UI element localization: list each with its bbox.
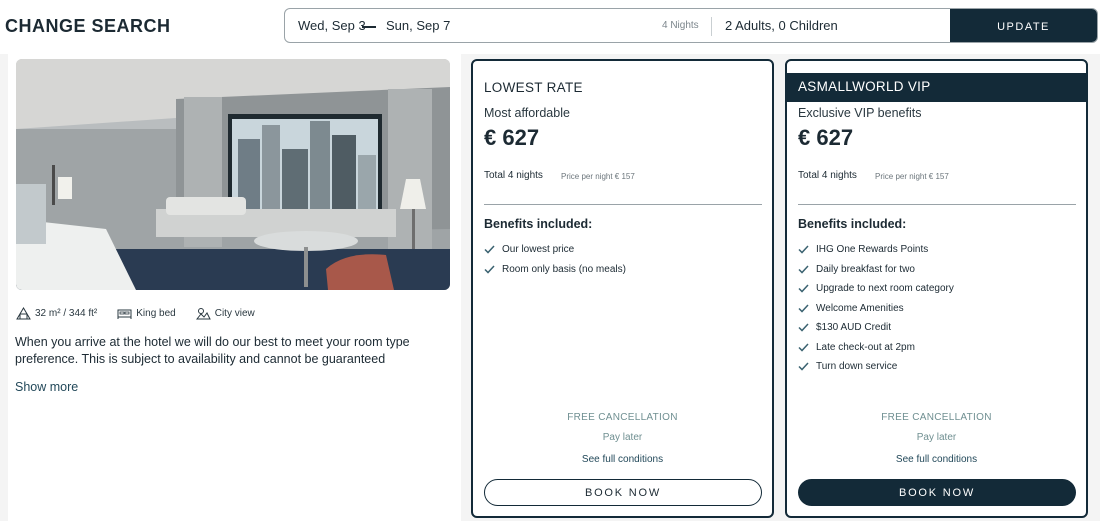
benefit-label: Late check-out at 2pm <box>816 341 915 353</box>
benefit-item: Upgrade to next room category <box>798 279 954 299</box>
search-divider <box>711 17 712 36</box>
benefit-label: Room only basis (no meals) <box>502 263 626 275</box>
room-features: 32 m² / 344 ft² King bed City view <box>16 305 255 321</box>
benefit-item: Late check-out at 2pm <box>798 338 954 358</box>
rate-price-per-night: Price per night € 157 <box>561 172 635 181</box>
benefits-list: IHG One Rewards Points Daily breakfast f… <box>798 240 954 377</box>
see-full-conditions-link[interactable]: See full conditions <box>787 454 1086 465</box>
view-feature: City view <box>195 307 255 320</box>
room-image <box>16 59 450 290</box>
room-info-panel: 32 m² / 344 ft² King bed City view When … <box>8 54 461 521</box>
check-icon <box>798 323 809 332</box>
benefits-list: Our lowest price Room only basis (no mea… <box>484 240 626 279</box>
rate-divider <box>798 204 1076 205</box>
update-button[interactable]: UPDATE <box>950 9 1097 42</box>
view-label: City view <box>214 307 255 319</box>
room-size-icon <box>16 306 31 319</box>
benefit-label: $130 AUD Credit <box>816 322 892 334</box>
benefit-label: Our lowest price <box>502 244 575 256</box>
room-description: When you arrive at the hotel we will do … <box>15 335 410 366</box>
rate-title: ASMALLWORLD VIP <box>798 79 931 94</box>
room-photo[interactable] <box>16 59 450 290</box>
check-icon <box>798 284 809 293</box>
search-header: CHANGE SEARCH Wed, Sep 3 Sun, Sep 7 4 Ni… <box>0 0 1100 54</box>
benefit-item: Our lowest price <box>484 240 626 260</box>
lowest-rate-card: LOWEST RATE Most affordable € 627 Total … <box>471 59 774 518</box>
bed-icon <box>117 309 132 319</box>
bed-feature: King bed <box>117 307 176 320</box>
benefits-title: Benefits included: <box>798 217 907 231</box>
benefits-title: Benefits included: <box>484 217 593 231</box>
rate-total-nights: Total 4 nights <box>484 170 543 181</box>
benefit-label: Daily breakfast for two <box>816 263 915 275</box>
benefit-item: $130 AUD Credit <box>798 318 954 338</box>
benefit-item: Daily breakfast for two <box>798 260 954 280</box>
see-full-conditions-link[interactable]: See full conditions <box>473 454 772 465</box>
pay-later-label: Pay later <box>602 432 643 443</box>
rate-total-nights: Total 4 nights <box>798 170 857 181</box>
vip-rate-card: ASMALLWORLD VIP Exclusive VIP benefits €… <box>785 59 1088 518</box>
nights-count: 4 Nights <box>662 20 699 31</box>
benefit-item: Turn down service <box>798 357 954 377</box>
city-view-icon <box>195 307 211 319</box>
free-cancellation-label: FREE CANCELLATION <box>567 412 678 423</box>
pay-later-label: Pay later <box>916 432 957 443</box>
rate-divider <box>484 204 762 205</box>
rate-price: € 627 <box>484 125 540 150</box>
rate-subtitle: Exclusive VIP benefits <box>798 106 922 120</box>
check-icon <box>484 265 495 274</box>
check-icon <box>798 265 809 274</box>
room-size-label: 32 m² / 344 ft² <box>35 307 98 319</box>
benefit-label: Upgrade to next room category <box>816 283 954 295</box>
search-summary-box[interactable]: Wed, Sep 3 Sun, Sep 7 4 Nights 2 Adults,… <box>284 8 1098 43</box>
change-search-title: CHANGE SEARCH <box>5 16 171 36</box>
show-more-link[interactable]: Show more <box>15 380 78 394</box>
check-in-date[interactable]: Wed, Sep 3 <box>298 18 366 33</box>
guests-selector[interactable]: 2 Adults, 0 Children <box>725 18 838 33</box>
book-now-button[interactable]: BOOK NOW <box>798 479 1076 506</box>
rate-price: € 627 <box>798 125 854 150</box>
book-now-button[interactable]: BOOK NOW <box>484 479 762 506</box>
benefit-item: IHG One Rewards Points <box>798 240 954 260</box>
check-icon <box>798 362 809 371</box>
rate-title: LOWEST RATE <box>484 80 583 95</box>
benefit-item: Welcome Amenities <box>798 299 954 319</box>
date-range-dash <box>362 26 376 28</box>
benefit-label: IHG One Rewards Points <box>816 244 929 256</box>
benefit-label: Turn down service <box>816 361 898 373</box>
check-out-date[interactable]: Sun, Sep 7 <box>386 18 450 33</box>
benefit-label: Welcome Amenities <box>816 302 904 314</box>
check-icon <box>484 245 495 254</box>
check-icon <box>798 304 809 313</box>
check-icon <box>798 245 809 254</box>
check-icon <box>798 343 809 352</box>
free-cancellation-label: FREE CANCELLATION <box>881 412 992 423</box>
rate-price-per-night: Price per night € 157 <box>875 172 949 181</box>
rate-subtitle: Most affordable <box>484 106 570 120</box>
benefit-item: Room only basis (no meals) <box>484 260 626 280</box>
room-size-feature: 32 m² / 344 ft² <box>16 306 98 320</box>
bed-label: King bed <box>136 307 176 319</box>
